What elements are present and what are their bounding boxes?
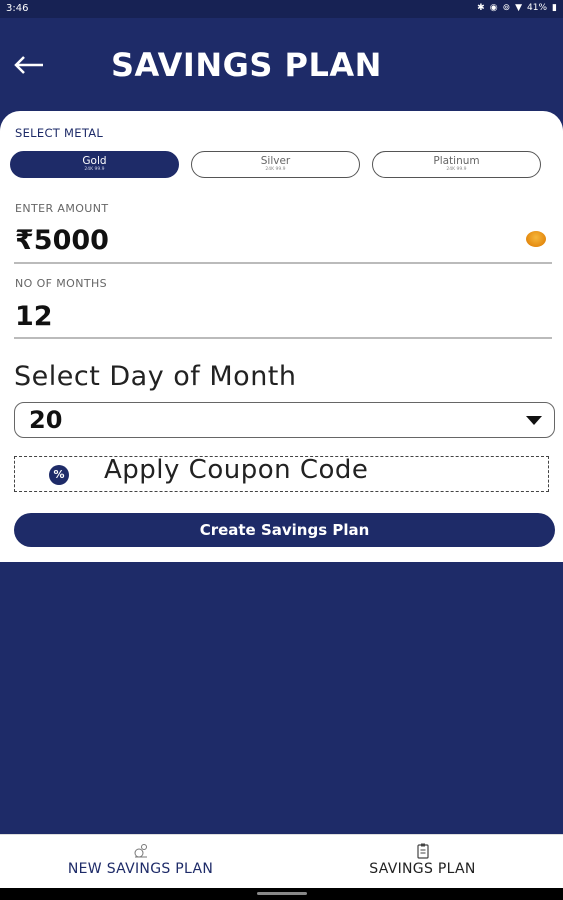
amount-input[interactable]: ₹5000 — [15, 225, 109, 256]
sync-icon: ⊚ — [502, 3, 511, 13]
metal-name: Gold — [82, 155, 107, 167]
metal-option-gold[interactable]: Gold 24K 99.9 — [10, 151, 179, 178]
wifi-icon: ▼ — [515, 3, 523, 13]
back-arrow-icon — [14, 56, 43, 74]
battery-percent: 41% — [527, 3, 548, 13]
system-nav-bar — [0, 888, 563, 900]
coupon-label: Apply Coupon Code — [104, 455, 369, 485]
day-of-month-select[interactable]: 20 — [14, 402, 555, 438]
day-selected-value: 20 — [29, 406, 63, 434]
metal-selector: Gold 24K 99.9 Silver 24K 99.9 Platinum 2… — [10, 151, 543, 181]
nav-label: SAVINGS PLAN — [369, 861, 476, 877]
status-bar: 3:46 ✱ ◉ ⊚ ▼ 41% ▮ — [0, 0, 563, 18]
nav-savings-plan[interactable]: SAVINGS PLAN — [282, 835, 563, 889]
bottom-nav: NEW SAVINGS PLAN SAVINGS PLAN — [0, 834, 563, 889]
months-label: NO OF MONTHS — [15, 277, 108, 290]
coin-icon — [526, 231, 546, 247]
create-savings-plan-button[interactable]: Create Savings Plan — [14, 513, 555, 547]
dropdown-arrow-icon — [526, 416, 542, 425]
eye-icon: ◉ — [489, 3, 498, 13]
amount-underline — [14, 262, 552, 264]
battery-icon: ▮ — [552, 3, 557, 13]
status-time: 3:46 — [6, 3, 29, 14]
bluetooth-icon: ✱ — [477, 3, 485, 13]
metal-option-platinum[interactable]: Platinum 24K 99.9 — [372, 151, 541, 178]
nav-label: NEW SAVINGS PLAN — [67, 861, 214, 877]
back-button[interactable] — [10, 46, 48, 84]
home-indicator[interactable] — [257, 892, 307, 895]
piggy-icon — [134, 844, 147, 858]
metal-option-silver[interactable]: Silver 24K 99.9 — [191, 151, 360, 178]
app-header: SAVINGS PLAN — [0, 18, 563, 113]
amount-label: ENTER AMOUNT — [15, 202, 109, 215]
months-input[interactable]: 12 — [15, 301, 53, 332]
metal-purity: 24K 99.9 — [84, 167, 105, 172]
clipboard-icon — [416, 843, 429, 859]
nav-new-savings-plan[interactable]: NEW SAVINGS PLAN — [0, 835, 281, 889]
savings-form-card: SELECT METAL Gold 24K 99.9 Silver 24K 99… — [0, 111, 563, 562]
metal-purity: 24K 99.9 — [265, 167, 286, 172]
apply-coupon-button[interactable]: % Apply Coupon Code — [14, 455, 549, 492]
metal-name: Platinum — [433, 155, 480, 167]
metal-purity: 24K 99.9 — [446, 167, 467, 172]
day-of-month-title: Select Day of Month — [14, 361, 297, 392]
coupon-badge-icon: % — [49, 465, 69, 485]
metal-name: Silver — [260, 155, 291, 167]
select-metal-label: SELECT METAL — [15, 126, 104, 140]
months-underline — [14, 337, 552, 339]
page-title: SAVINGS PLAN — [111, 46, 382, 84]
status-icons: ✱ ◉ ⊚ ▼ 41% ▮ — [477, 3, 557, 13]
